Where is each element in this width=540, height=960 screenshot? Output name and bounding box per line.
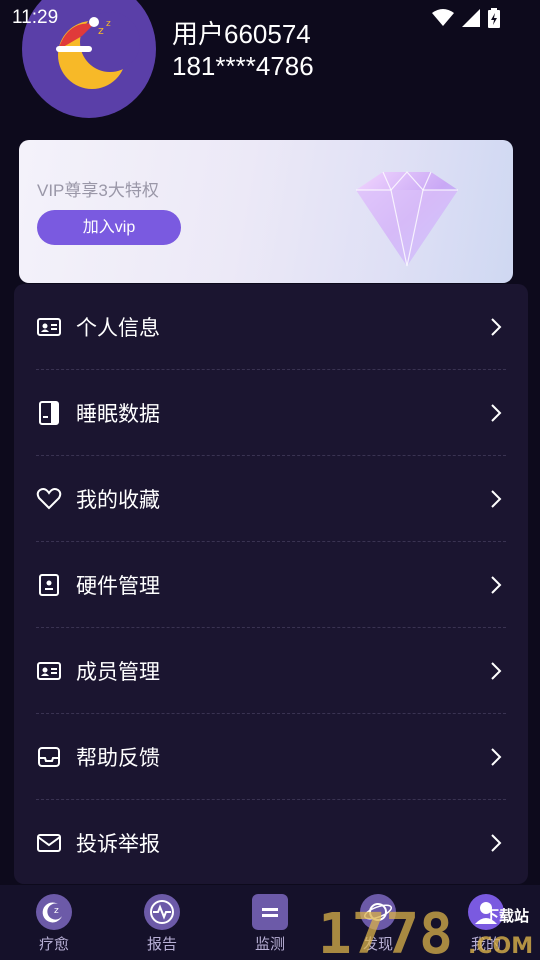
user-phone: 181****4786 — [172, 51, 314, 81]
chevron-right-icon — [491, 576, 502, 594]
menu-item-favorites[interactable]: 我的收藏 — [14, 456, 528, 542]
menu-item-help-feedback[interactable]: 帮助反馈 — [14, 714, 528, 800]
document-icon — [39, 401, 59, 425]
menu-item-sleep-data[interactable]: 睡眠数据 — [14, 370, 528, 456]
menu-item-label: 帮助反馈 — [76, 746, 160, 770]
tab-report[interactable]: 报告 — [108, 885, 216, 960]
menu-item-label: 我的收藏 — [76, 488, 160, 512]
chevron-right-icon — [491, 404, 502, 422]
battery-icon — [488, 8, 500, 28]
moon-z-icon: z — [36, 894, 72, 930]
tab-healing[interactable]: z 疗愈 — [0, 885, 108, 960]
monitor-icon — [252, 894, 288, 930]
watermark-suffix: .COM — [468, 934, 533, 959]
tab-label: 监测 — [254, 935, 285, 953]
pulse-icon — [144, 894, 180, 930]
tab-label: 疗愈 — [38, 935, 69, 953]
watermark-badge: 下载站 — [484, 907, 529, 925]
id-card-icon — [37, 318, 61, 336]
status-time: 11:29 — [12, 7, 59, 28]
chevron-right-icon — [491, 318, 502, 336]
join-vip-button[interactable]: 加入vip — [37, 210, 181, 245]
heart-icon — [36, 488, 62, 510]
device-icon — [39, 574, 59, 596]
cell-signal-icon — [462, 9, 480, 27]
menu-item-hardware[interactable]: 硬件管理 — [14, 542, 528, 628]
inbox-icon — [38, 747, 60, 767]
vip-privilege-text: VIP尊享3大特权 — [37, 181, 159, 200]
chevron-right-icon — [491, 662, 502, 680]
members-card-icon — [37, 662, 61, 680]
tab-label: 报告 — [146, 935, 177, 953]
chevron-right-icon — [491, 834, 502, 852]
menu-item-label: 硬件管理 — [76, 574, 160, 598]
menu-item-complaint[interactable]: 投诉举报 — [14, 800, 528, 886]
menu-item-personal-info[interactable]: 个人信息 — [14, 284, 528, 370]
mail-icon — [37, 834, 61, 852]
diamond-icon — [356, 171, 458, 267]
menu-item-label: 个人信息 — [76, 316, 160, 340]
wifi-icon — [432, 9, 454, 26]
watermark-text: 1778 — [318, 902, 453, 960]
vip-card[interactable]: VIP尊享3大特权 加入vip — [19, 140, 513, 283]
menu-item-label: 成员管理 — [76, 660, 160, 684]
menu-item-members[interactable]: 成员管理 — [14, 628, 528, 714]
tab-monitor[interactable]: 监测 — [216, 885, 324, 960]
menu-item-label: 睡眠数据 — [76, 402, 160, 426]
menu-card: 个人信息 睡眠数据 我的收藏 硬件管理 成员管理 帮助反馈 投诉举报 — [14, 284, 528, 884]
menu-item-label: 投诉举报 — [76, 832, 160, 856]
svg-text:z: z — [54, 906, 59, 916]
watermark-logo: 1778 .COM 下载站 — [318, 902, 533, 960]
chevron-right-icon — [491, 748, 502, 766]
chevron-right-icon — [491, 490, 502, 508]
status-icons — [432, 8, 500, 28]
status-bar: 11:29 — [0, 0, 540, 36]
